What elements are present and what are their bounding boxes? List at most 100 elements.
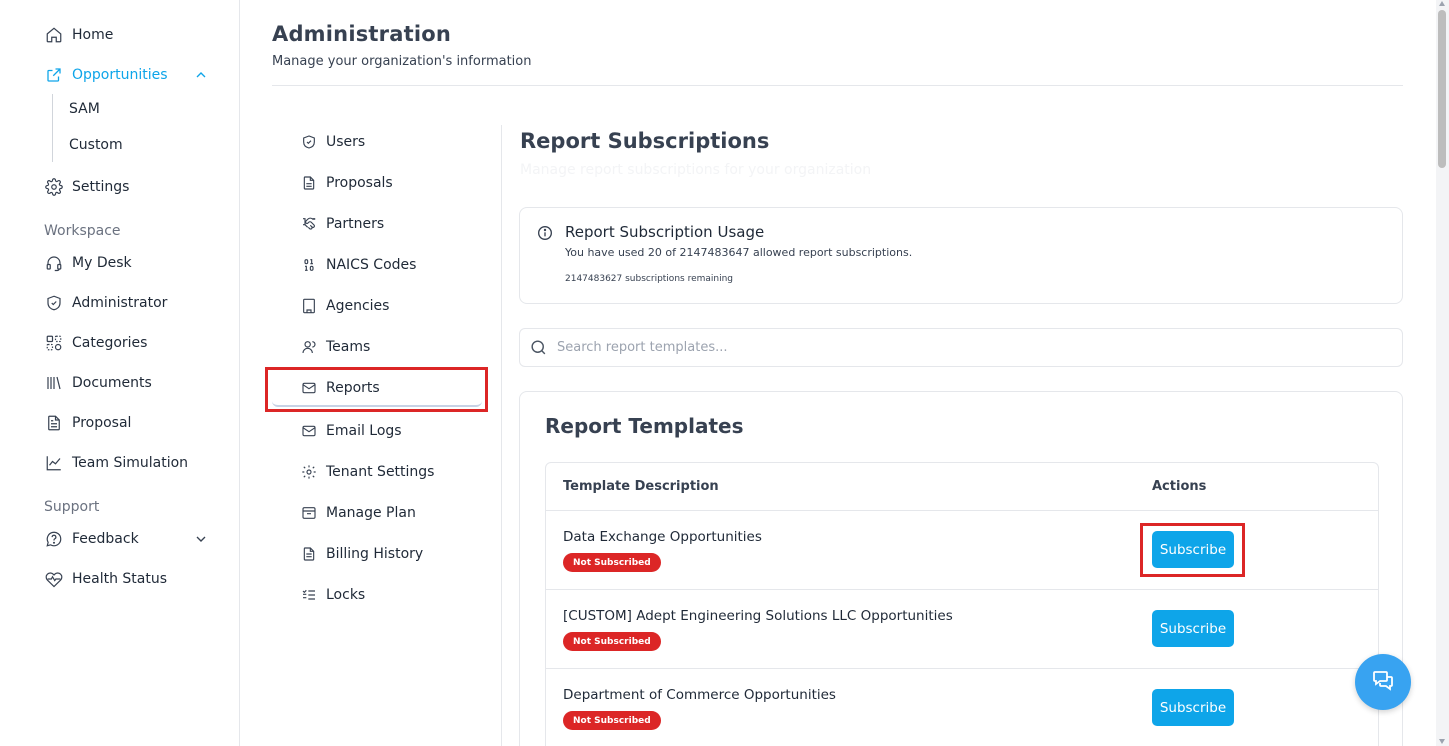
table-row: Department of Commerce Opportunities Not… <box>546 668 1378 746</box>
support-section-label: Support <box>44 499 100 515</box>
menu-item-tenant-settings[interactable]: Tenant Settings <box>300 460 434 484</box>
nav-health-status-label: Health Status <box>72 571 168 587</box>
search-input[interactable] <box>557 340 1357 355</box>
nav-categories-label: Categories <box>72 335 148 351</box>
nav-feedback[interactable]: Feedback <box>44 527 224 551</box>
heart-pulse-icon <box>44 570 63 589</box>
subscribe-button[interactable]: Subscribe <box>1152 531 1234 568</box>
menu-item-naics-codes-label: NAICS Codes <box>326 257 417 273</box>
gear-icon <box>44 178 63 197</box>
shield-check-icon <box>300 134 317 151</box>
menu-item-email-logs-label: Email Logs <box>326 423 402 439</box>
menu-item-users[interactable]: Users <box>300 130 365 154</box>
templates-title: Report Templates <box>545 414 744 438</box>
menu-divider <box>501 125 502 746</box>
nav-my-desk-label: My Desk <box>72 255 132 271</box>
nav-health-status[interactable]: Health Status <box>44 567 167 591</box>
chevron-down-icon[interactable] <box>193 531 209 547</box>
scroll-down-icon[interactable] <box>1439 739 1445 744</box>
scrollbar[interactable] <box>1436 0 1449 746</box>
subscribe-button[interactable]: Subscribe <box>1152 689 1234 726</box>
nav-opportunities[interactable]: Opportunities <box>44 63 224 87</box>
nav-settings-label: Settings <box>72 179 130 195</box>
menu-item-tenant-settings-label: Tenant Settings <box>326 464 435 480</box>
menu-item-manage-plan[interactable]: Manage Plan <box>300 501 416 525</box>
menu-item-naics-codes[interactable]: NAICS Codes <box>300 253 416 277</box>
content-title: Report Subscriptions <box>520 129 770 153</box>
nav-opportunities-label: Opportunities <box>72 67 168 83</box>
nav-feedback-label: Feedback <box>72 531 139 547</box>
nav-proposal[interactable]: Proposal <box>44 411 131 435</box>
mail-icon <box>300 423 317 440</box>
nav-settings[interactable]: Settings <box>44 175 129 199</box>
search-icon <box>529 338 548 357</box>
nav-documents-label: Documents <box>72 375 152 391</box>
status-badge: Not Subscribed <box>563 553 661 572</box>
headset-icon <box>44 254 63 273</box>
chevron-up-icon[interactable] <box>193 67 209 83</box>
categories-icon <box>44 334 63 353</box>
nav-home[interactable]: Home <box>44 23 113 47</box>
nav-administrator[interactable]: Administrator <box>44 291 167 315</box>
menu-item-teams-label: Teams <box>326 339 371 355</box>
scrollbar-thumb[interactable] <box>1438 10 1446 168</box>
template-name: [CUSTOM] Adept Engineering Solutions LLC… <box>563 608 953 624</box>
chat-icon <box>1371 668 1395 696</box>
column-header-actions: Actions <box>1152 479 1207 494</box>
template-name: Data Exchange Opportunities <box>563 529 762 545</box>
page-title: Administration <box>272 22 451 46</box>
document-icon <box>300 175 317 192</box>
document-icon <box>44 414 63 433</box>
search-box[interactable] <box>519 328 1403 367</box>
building-icon <box>300 298 317 315</box>
receipt-icon <box>300 546 317 563</box>
menu-item-billing-history[interactable]: Billing History <box>300 542 423 566</box>
usage-summary: You have used 20 of 2147483647 allowed r… <box>565 246 913 259</box>
archive-icon <box>300 505 317 522</box>
nav-administrator-label: Administrator <box>72 295 168 311</box>
nav-proposal-label: Proposal <box>72 415 132 431</box>
chat-button[interactable] <box>1355 654 1411 710</box>
menu-item-teams[interactable]: Teams <box>300 335 370 359</box>
menu-item-partners[interactable]: Partners <box>300 212 384 236</box>
templates-table: Template Description Actions Data Exchan… <box>545 462 1379 746</box>
menu-item-locks[interactable]: Locks <box>300 583 365 607</box>
nav-team-simulation[interactable]: Team Simulation <box>44 451 188 475</box>
table-row: Data Exchange Opportunities Not Subscrib… <box>546 510 1378 589</box>
usage-remaining: 2147483627 subscriptions remaining <box>565 274 734 284</box>
nav-team-simulation-label: Team Simulation <box>72 455 189 471</box>
menu-item-manage-plan-label: Manage Plan <box>326 505 416 521</box>
menu-item-users-label: Users <box>326 134 366 150</box>
subscribe-button[interactable]: Subscribe <box>1152 610 1234 647</box>
usage-title: Report Subscription Usage <box>565 223 765 241</box>
menu-item-agencies[interactable]: Agencies <box>300 294 389 318</box>
menu-item-email-logs[interactable]: Email Logs <box>300 419 402 443</box>
sidebar: Home Opportunities SAM Custom Settings W… <box>0 0 240 746</box>
nav-documents[interactable]: Documents <box>44 371 152 395</box>
binary-icon <box>300 257 317 274</box>
mail-icon <box>300 380 317 397</box>
table-row: [CUSTOM] Adept Engineering Solutions LLC… <box>546 589 1378 668</box>
nav-categories[interactable]: Categories <box>44 331 147 355</box>
menu-item-proposals[interactable]: Proposals <box>300 171 393 195</box>
library-icon <box>44 374 63 393</box>
nav-my-desk[interactable]: My Desk <box>44 251 132 275</box>
status-badge: Not Subscribed <box>563 711 661 730</box>
workspace-section-label: Workspace <box>44 223 121 239</box>
home-icon <box>44 26 63 45</box>
scroll-up-icon[interactable] <box>1439 1 1445 6</box>
nav-sam[interactable]: SAM <box>69 101 100 117</box>
templates-card: Report Templates Template Description Ac… <box>519 391 1403 746</box>
menu-item-proposals-label: Proposals <box>326 175 393 191</box>
column-header-description: Template Description <box>563 479 719 494</box>
menu-item-reports[interactable]: Reports <box>300 376 380 400</box>
info-icon <box>537 225 553 241</box>
shield-check-icon <box>44 294 63 313</box>
nav-home-label: Home <box>72 27 114 43</box>
nav-custom[interactable]: Custom <box>69 137 123 153</box>
menu-item-billing-history-label: Billing History <box>326 546 424 562</box>
usage-card: Report Subscription Usage You have used … <box>519 207 1403 304</box>
user-icon <box>300 339 317 356</box>
external-link-icon <box>44 66 63 85</box>
menu-item-partners-label: Partners <box>326 216 385 232</box>
